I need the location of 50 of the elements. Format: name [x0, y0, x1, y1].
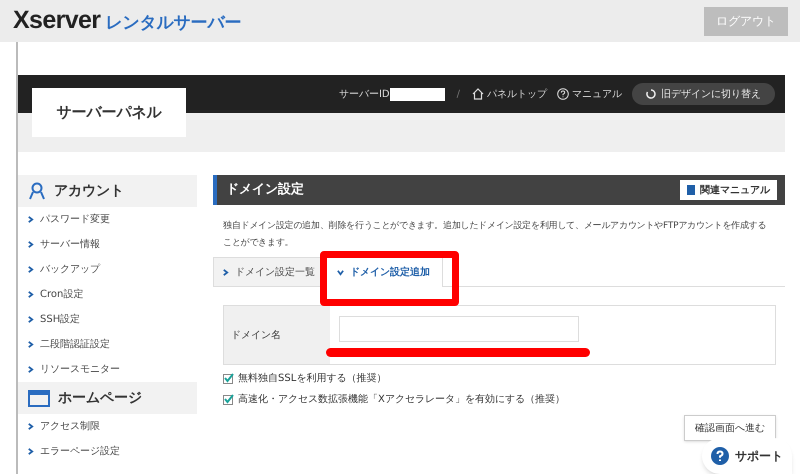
- sidebar-item[interactable]: アクセス制限: [18, 414, 197, 439]
- chevron-right-icon: [27, 366, 34, 373]
- support-button[interactable]: サポート: [702, 438, 792, 474]
- person-icon: [28, 182, 46, 200]
- checkbox[interactable]: [223, 373, 234, 384]
- server-id-label: サーバーID: [338, 88, 390, 102]
- book-icon: [687, 185, 695, 195]
- field-label: ドメイン名: [224, 306, 330, 364]
- help-icon: [711, 447, 729, 465]
- logo-subtitle: レンタルサーバー: [105, 12, 242, 36]
- home-icon: [472, 88, 484, 100]
- window-icon: [28, 390, 50, 406]
- checkbox[interactable]: [223, 394, 234, 405]
- header-link[interactable]: マニュアル: [557, 86, 622, 102]
- help-icon: [557, 88, 569, 100]
- sidebar-item[interactable]: リソースモニター: [18, 357, 197, 382]
- tab[interactable]: ドメイン設定追加: [324, 257, 443, 287]
- chevron-right-icon: [27, 316, 34, 323]
- chevron-right-icon: [27, 291, 34, 298]
- chevron-right-icon: [27, 266, 34, 273]
- panel-title: サーバーパネル: [32, 88, 186, 137]
- manual-button[interactable]: 関連マニュアル: [680, 180, 777, 200]
- chevron-down-icon: [337, 269, 344, 276]
- sidebar-item[interactable]: Cron設定: [18, 282, 197, 307]
- logo-text: Xserver: [13, 5, 100, 36]
- chevron-right-icon: [27, 423, 34, 430]
- confirm-button[interactable]: 確認画面へ進む: [684, 415, 776, 441]
- sidebar-item[interactable]: エラーページ設定: [18, 439, 197, 464]
- sidebar-item[interactable]: SSH設定: [18, 307, 197, 332]
- chevron-right-icon: [27, 448, 34, 455]
- sidebar-item[interactable]: 二段階認証設定: [18, 332, 197, 357]
- header-link[interactable]: パネルトップ: [472, 86, 547, 102]
- description-text: 独自ドメイン設定の追加、削除を行うことができます。追加したドメイン設定を利用して、メールアカウントやFTPアカウントを作成することができます。: [222, 220, 768, 250]
- checkbox-label: 無料独自SSLを利用する（推奨）: [238, 372, 386, 386]
- chevron-right-icon: [27, 241, 34, 248]
- sidebar-item[interactable]: サーバー情報: [18, 232, 197, 257]
- refresh-icon: [646, 89, 656, 99]
- separator: /: [456, 88, 460, 102]
- chevron-right-icon: [27, 216, 34, 223]
- sidebar-item[interactable]: パスワード変更: [18, 207, 197, 232]
- section-title: ホームページ: [58, 388, 142, 408]
- section-title: アカウント: [54, 182, 124, 200]
- checkbox-label: 高速化・アクセス数拡張機能「Xアクセラレータ」を有効にする（推奨）: [238, 392, 565, 407]
- switch-design-button[interactable]: 旧デザインに切り替え: [632, 83, 775, 105]
- chevron-right-icon: [222, 268, 229, 276]
- chevron-right-icon: [27, 341, 34, 348]
- sidebar-item[interactable]: バックアップ: [18, 257, 197, 282]
- section-title: ドメイン設定: [226, 180, 304, 200]
- domain-input-field[interactable]: [339, 316, 579, 342]
- redacted-block: [390, 88, 445, 100]
